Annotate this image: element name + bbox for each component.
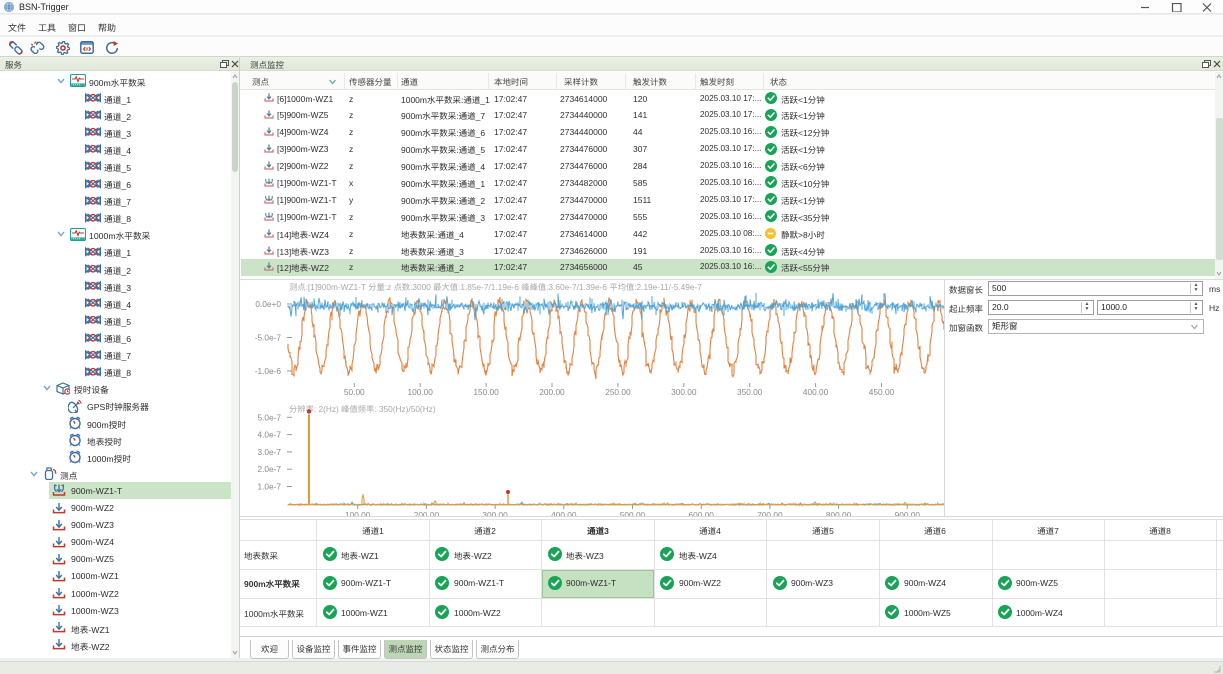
svg-text:-1.0e-6: -1.0e-6 — [255, 366, 282, 376]
svg-text:1.0e-7: 1.0e-7 — [257, 482, 281, 492]
svg-text:400.00: 400.00 — [803, 387, 829, 397]
svg-text:100.00: 100.00 — [408, 387, 434, 397]
svg-text:300.00: 300.00 — [671, 387, 697, 397]
svg-text:250.00: 250.00 — [605, 387, 631, 397]
svg-text:测点:[1]900m-WZ1-T 分量:z 点数:300: 测点:[1]900m-WZ1-T 分量:z 点数:3000 最大值:1.85e-… — [289, 282, 702, 292]
svg-text:450.00: 450.00 — [869, 387, 895, 397]
svg-text:3.0e-7: 3.0e-7 — [257, 447, 281, 457]
svg-text:150.00: 150.00 — [473, 387, 499, 397]
svg-text:350.00: 350.00 — [737, 387, 763, 397]
svg-text:-5.0e-7: -5.0e-7 — [255, 333, 282, 343]
svg-text:分辨率: 2(Hz) 峰值频率: 350(Hz)/50(H: 分辨率: 2(Hz) 峰值频率: 350(Hz)/50(Hz) — [289, 404, 436, 414]
svg-text:200.00: 200.00 — [539, 387, 565, 397]
svg-text:5.0e-7: 5.0e-7 — [257, 412, 281, 422]
svg-text:0.0e+0: 0.0e+0 — [255, 299, 281, 309]
svg-text:50.00: 50.00 — [344, 387, 365, 397]
svg-text:4.0e-7: 4.0e-7 — [257, 430, 281, 440]
svg-text:2.0e-7: 2.0e-7 — [257, 464, 281, 474]
